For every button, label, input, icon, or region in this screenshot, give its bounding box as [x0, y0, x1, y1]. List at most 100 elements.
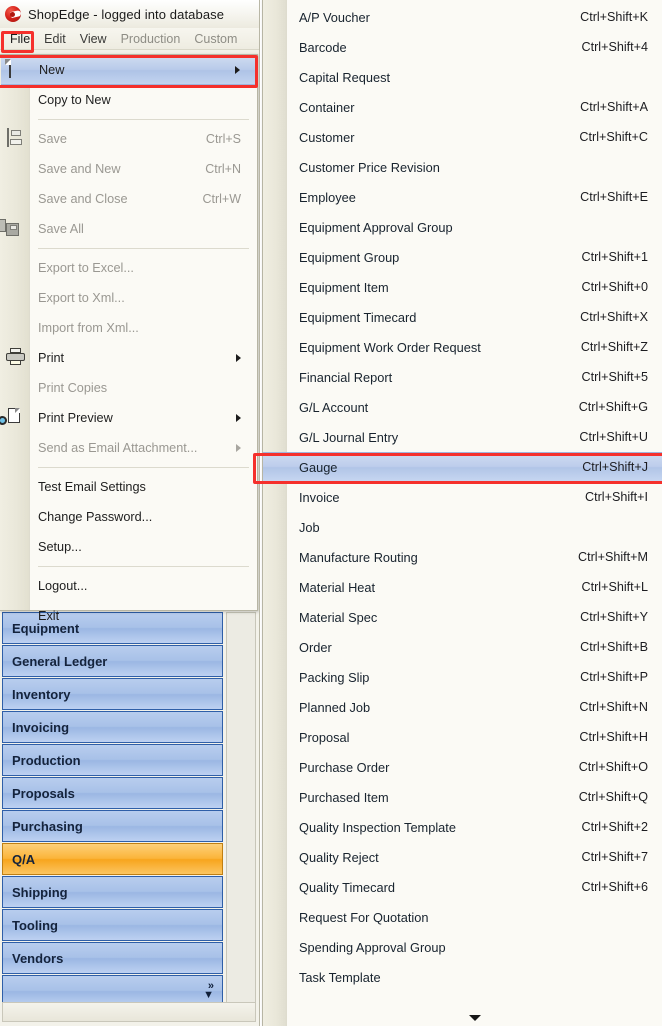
- new-submenu-item-purchase-order[interactable]: Purchase Order Ctrl+Shift+O: [263, 752, 662, 782]
- new-submenu-item-equipment-work-order-request[interactable]: Equipment Work Order Request Ctrl+Shift+Z: [263, 332, 662, 362]
- file-menu-item-exit[interactable]: Exit: [0, 601, 257, 631]
- file-menu-item-import-from-xml: Import from Xml...: [0, 313, 257, 343]
- new-submenu-item-shortcut: Ctrl+Shift+5: [581, 370, 649, 384]
- screenshot-root: ShopEdge - logged into database File Edi…: [0, 0, 662, 1026]
- submenu-scroll-down-button[interactable]: [287, 1010, 662, 1026]
- printer-icon: [5, 348, 25, 368]
- shopedge-logo-icon: [4, 5, 22, 23]
- file-menu-item-label: Test Email Settings: [38, 480, 146, 494]
- new-submenu-item-proposal[interactable]: Proposal Ctrl+Shift+H: [263, 722, 662, 752]
- new-submenu-item-g-l-journal-entry[interactable]: G/L Journal Entry Ctrl+Shift+U: [263, 422, 662, 452]
- menu-separator: [38, 119, 249, 120]
- sidebar-item-inventory[interactable]: Inventory: [2, 678, 223, 710]
- new-submenu-item-quality-reject[interactable]: Quality Reject Ctrl+Shift+7: [263, 842, 662, 872]
- new-submenu-item-task-template[interactable]: Task Template: [263, 962, 662, 992]
- new-submenu-item-job[interactable]: Job: [263, 512, 662, 542]
- file-menu-item-label: Change Password...: [38, 510, 153, 524]
- new-submenu-item-shortcut: Ctrl+Shift+L: [581, 580, 649, 594]
- new-submenu-item-g-l-account[interactable]: G/L Account Ctrl+Shift+G: [263, 392, 662, 422]
- file-menu-item-print-preview[interactable]: Print Preview: [0, 403, 257, 433]
- new-submenu-item-equipment-item[interactable]: Equipment Item Ctrl+Shift+0: [263, 272, 662, 302]
- new-submenu-item-shortcut: Ctrl+Shift+G: [578, 400, 648, 414]
- new-submenu-item-planned-job[interactable]: Planned Job Ctrl+Shift+N: [263, 692, 662, 722]
- new-submenu-item-label: Quality Reject: [299, 849, 379, 865]
- menubar-item-production[interactable]: Production: [114, 30, 188, 48]
- title-bar: ShopEdge - logged into database: [0, 0, 259, 28]
- file-menu-item-new[interactable]: New: [1, 55, 256, 85]
- chevron-down-icon: [468, 1015, 481, 1021]
- new-submenu-item-a-p-voucher[interactable]: A/P Voucher Ctrl+Shift+K: [263, 2, 662, 32]
- file-menu-item-label: Send as Email Attachment...: [38, 441, 198, 455]
- new-submenu-item-customer[interactable]: Customer Ctrl+Shift+C: [263, 122, 662, 152]
- new-submenu-item-purchased-item[interactable]: Purchased Item Ctrl+Shift+Q: [263, 782, 662, 812]
- new-submenu-item-barcode[interactable]: Barcode Ctrl+Shift+4: [263, 32, 662, 62]
- menubar-item-file[interactable]: File: [3, 30, 37, 48]
- file-menu-item-export-to-excel: Export to Excel...: [0, 253, 257, 283]
- new-submenu-item-material-spec[interactable]: Material Spec Ctrl+Shift+Y: [263, 602, 662, 632]
- new-submenu-item-label: Employee: [299, 189, 356, 205]
- menubar-item-edit[interactable]: Edit: [37, 30, 73, 48]
- sidebar-item-purchasing[interactable]: Purchasing: [2, 810, 223, 842]
- sidebar-item-label: Shipping: [12, 884, 68, 900]
- new-submenu-item-equipment-timecard[interactable]: Equipment Timecard Ctrl+Shift+X: [263, 302, 662, 332]
- new-submenu-item-customer-price-revision[interactable]: Customer Price Revision: [263, 152, 662, 182]
- new-submenu-item-employee[interactable]: Employee Ctrl+Shift+E: [263, 182, 662, 212]
- new-submenu-item-shortcut: Ctrl+Shift+B: [580, 640, 648, 654]
- new-submenu-item-equipment-approval-group[interactable]: Equipment Approval Group: [263, 212, 662, 242]
- new-submenu-item-label: Customer: [299, 129, 355, 145]
- sidebar-item-q-a[interactable]: Q/A: [2, 843, 223, 875]
- sidebar-item-invoicing[interactable]: Invoicing: [2, 711, 223, 743]
- sidebar-item-vendors[interactable]: Vendors: [2, 942, 223, 974]
- sidebar-item-production[interactable]: Production: [2, 744, 223, 776]
- file-menu-item-label: Exit: [38, 609, 60, 623]
- file-menu-item-change-password[interactable]: Change Password...: [0, 502, 257, 532]
- new-submenu-item-invoice[interactable]: Invoice Ctrl+Shift+I: [263, 482, 662, 512]
- new-submenu-item-request-for-quotation[interactable]: Request For Quotation: [263, 902, 662, 932]
- file-menu-item-label: Print Copies: [38, 381, 108, 395]
- file-menu-item-label: Import from Xml...: [38, 321, 139, 335]
- file-menu-item-logout[interactable]: Logout...: [0, 571, 257, 601]
- menubar-item-custom[interactable]: Custom: [187, 30, 244, 48]
- new-submenu-item-shortcut: Ctrl+Shift+A: [580, 100, 648, 114]
- menubar-item-view[interactable]: View: [73, 30, 114, 48]
- file-menu-item-print[interactable]: Print: [0, 343, 257, 373]
- new-submenu-item-label: Invoice: [299, 489, 340, 505]
- sidebar-item-shipping[interactable]: Shipping: [2, 876, 223, 908]
- new-submenu-item-label: Barcode: [299, 39, 347, 55]
- new-submenu-item-capital-request[interactable]: Capital Request: [263, 62, 662, 92]
- file-menu-item-label: Print: [38, 351, 65, 365]
- file-menu-item-setup[interactable]: Setup...: [0, 532, 257, 562]
- new-submenu-item-quality-timecard[interactable]: Quality Timecard Ctrl+Shift+6: [263, 872, 662, 902]
- sidebar-item-general-ledger[interactable]: General Ledger: [2, 645, 223, 677]
- new-submenu-item-label: Job: [299, 519, 320, 535]
- new-submenu-item-shortcut: Ctrl+Shift+X: [580, 310, 648, 324]
- file-menu-item-copy-to-new[interactable]: Copy to New: [0, 85, 257, 115]
- new-submenu-item-financial-report[interactable]: Financial Report Ctrl+Shift+5: [263, 362, 662, 392]
- new-submenu-item-order[interactable]: Order Ctrl+Shift+B: [263, 632, 662, 662]
- new-submenu-item-material-heat[interactable]: Material Heat Ctrl+Shift+L: [263, 572, 662, 602]
- file-menu-item-label: New: [39, 63, 65, 77]
- new-submenu-item-packing-slip[interactable]: Packing Slip Ctrl+Shift+P: [263, 662, 662, 692]
- new-submenu-item-label: G/L Journal Entry: [299, 429, 399, 445]
- new-submenu-item-label: Capital Request: [299, 69, 391, 85]
- new-submenu-item-label: Packing Slip: [299, 669, 370, 685]
- new-submenu-item-spending-approval-group[interactable]: Spending Approval Group: [263, 932, 662, 962]
- new-submenu-item-container[interactable]: Container Ctrl+Shift+A: [263, 92, 662, 122]
- new-submenu-item-shortcut: Ctrl+Shift+U: [579, 430, 648, 444]
- new-submenu-item-manufacture-routing[interactable]: Manufacture Routing Ctrl+Shift+M: [263, 542, 662, 572]
- new-submenu-item-label: Customer Price Revision: [299, 159, 440, 175]
- new-submenu-item-equipment-group[interactable]: Equipment Group Ctrl+Shift+1: [263, 242, 662, 272]
- sidebar-item-proposals[interactable]: Proposals: [2, 777, 223, 809]
- sidebar-item-tooling[interactable]: Tooling: [2, 909, 223, 941]
- module-nav-panel: Equipment General Ledger Inventory Invoicin…: [0, 611, 259, 1026]
- new-submenu-item-label: Gauge: [299, 459, 338, 475]
- new-submenu-item-quality-inspection-template[interactable]: Quality Inspection Template Ctrl+Shift+2: [263, 812, 662, 842]
- floppy-disk-icon: [5, 128, 25, 149]
- new-submenu-item-shortcut: Ctrl+Shift+1: [581, 250, 649, 264]
- new-submenu-item-label: Request For Quotation: [299, 909, 429, 925]
- sidebar-item-label: Proposals: [12, 785, 75, 801]
- submenu-arrow-icon: [236, 354, 241, 362]
- new-submenu-item-gauge[interactable]: Gauge Ctrl+Shift+J: [263, 452, 662, 482]
- file-menu-item-test-email-settings[interactable]: Test Email Settings: [0, 472, 257, 502]
- application-window: ShopEdge - logged into database File Edi…: [0, 0, 260, 1026]
